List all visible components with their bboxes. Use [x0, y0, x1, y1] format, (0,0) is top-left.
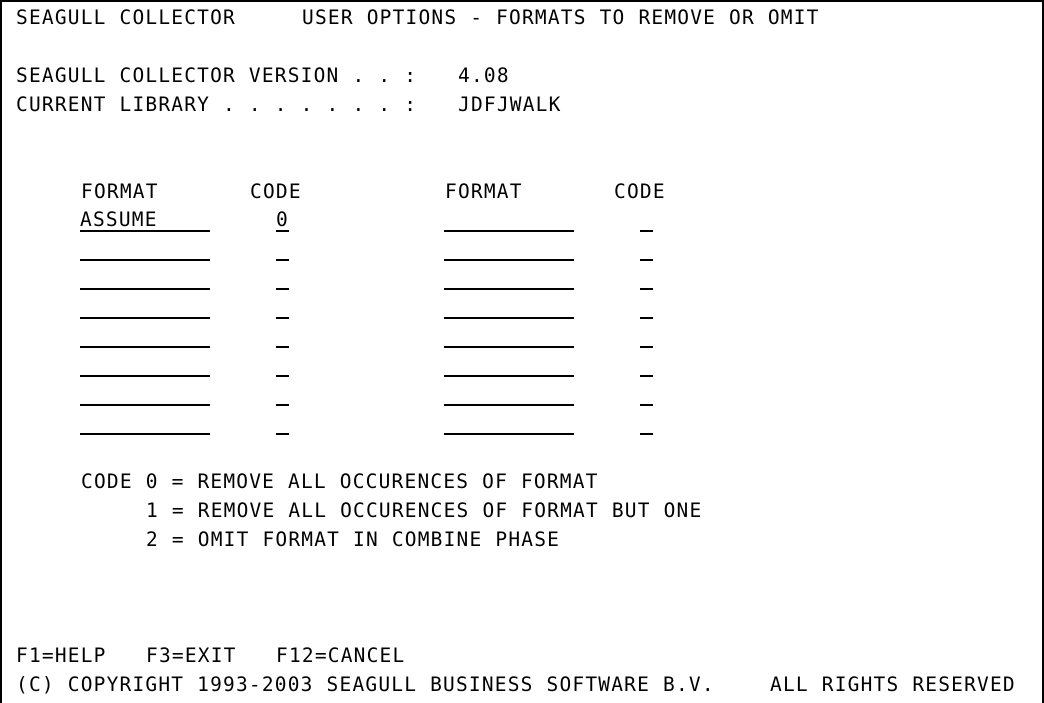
format-input-right[interactable] [444, 268, 574, 290]
format-header-2: FORMAT [445, 180, 523, 203]
code-input-left[interactable] [276, 384, 289, 406]
code-input-right[interactable] [640, 297, 653, 319]
format-input-left[interactable] [80, 413, 210, 435]
code-input-left[interactable] [276, 297, 289, 319]
app-name: SEAGULL COLLECTOR [16, 6, 236, 29]
legend-line-0: CODE 0 = REMOVE ALL OCCURENCES OF FORMAT [81, 470, 599, 493]
code-input-right[interactable] [640, 355, 653, 377]
format-input-right[interactable] [444, 210, 574, 232]
screen-title: USER OPTIONS - FORMATS TO REMOVE OR OMIT [302, 6, 820, 29]
code-header-2: CODE [614, 180, 666, 203]
library-label: CURRENT LIBRARY . . . . . . . : [16, 93, 418, 116]
code-input-right[interactable] [640, 413, 653, 435]
code-input-left[interactable] [276, 268, 289, 290]
code-input-left[interactable] [276, 326, 289, 348]
format-input-left[interactable] [80, 355, 210, 377]
format-input-right[interactable] [444, 384, 574, 406]
format-input-left[interactable] [80, 268, 210, 290]
legend-line-2: 2 = OMIT FORMAT IN COMBINE PHASE [146, 528, 561, 551]
version-label: SEAGULL COLLECTOR VERSION . . : [16, 64, 418, 87]
code-input-right[interactable] [640, 268, 653, 290]
format-input-right[interactable] [444, 297, 574, 319]
code-input-left[interactable] [276, 413, 289, 435]
code-input-right[interactable] [640, 384, 653, 406]
f1-help-key[interactable]: F1=HELP [16, 645, 107, 667]
code-input-right[interactable] [640, 239, 653, 261]
f12-cancel-key[interactable]: F12=CANCEL [276, 645, 405, 667]
version-value: 4.08 [458, 64, 510, 87]
code-input-left[interactable] [276, 355, 289, 377]
terminal-screen: SEAGULL COLLECTOR USER OPTIONS - FORMATS… [0, 0, 1044, 703]
copyright-text: (C) COPYRIGHT 1993-2003 SEAGULL BUSINESS… [16, 673, 715, 696]
rights-text: ALL RIGHTS RESERVED [770, 673, 1016, 696]
format-input-left[interactable] [80, 239, 210, 261]
code-input-left[interactable] [276, 239, 289, 261]
format-header-1: FORMAT [81, 180, 159, 203]
f3-exit-key[interactable]: F3=EXIT [146, 645, 237, 667]
library-value: JDFJWALK [458, 93, 562, 116]
format-input-right[interactable] [444, 413, 574, 435]
code-input-left[interactable]: 0 [276, 210, 289, 232]
format-input-right[interactable] [444, 239, 574, 261]
format-input-left[interactable]: ASSUME [80, 210, 210, 232]
code-header-1: CODE [250, 180, 302, 203]
format-input-left[interactable] [80, 326, 210, 348]
code-input-right[interactable] [640, 210, 653, 232]
format-input-left[interactable] [80, 297, 210, 319]
format-input-left[interactable] [80, 384, 210, 406]
format-input-right[interactable] [444, 326, 574, 348]
code-input-right[interactable] [640, 326, 653, 348]
format-input-right[interactable] [444, 355, 574, 377]
legend-line-1: 1 = REMOVE ALL OCCURENCES OF FORMAT BUT … [146, 499, 703, 522]
